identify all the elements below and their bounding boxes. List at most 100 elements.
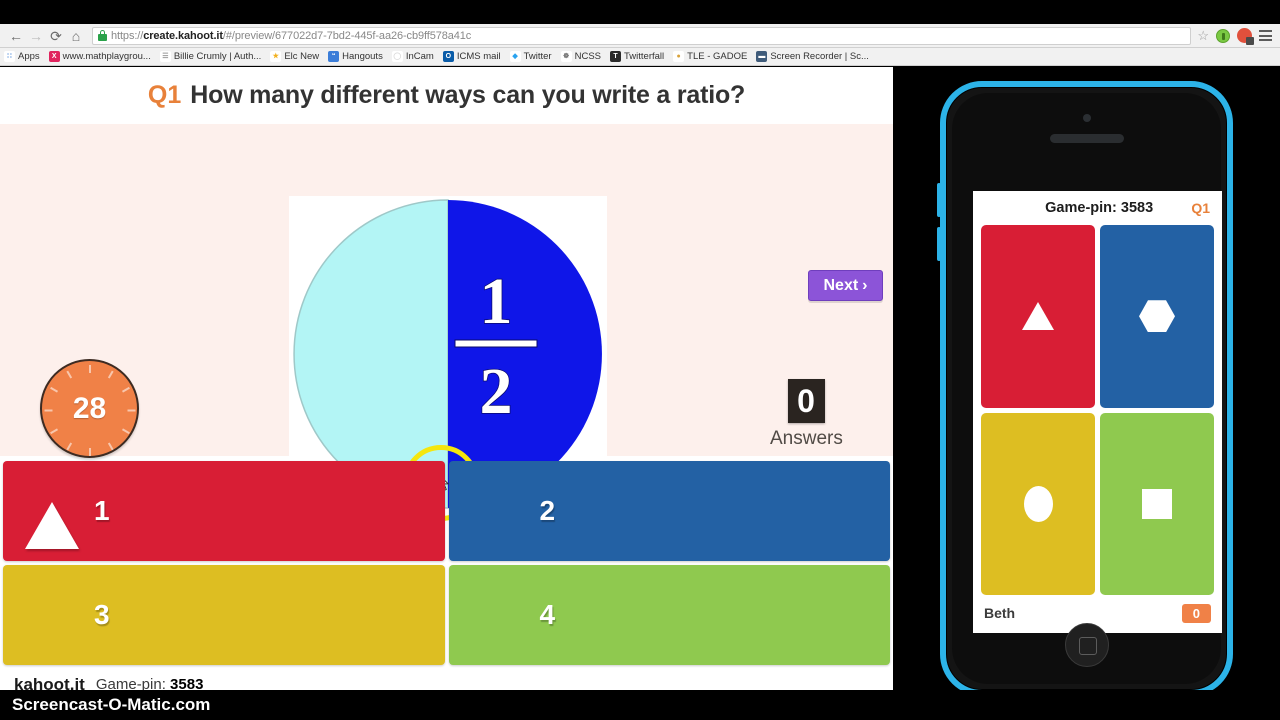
bookmark-favicon-icon: ◆ [509,51,521,62]
bookmark-item[interactable]: ☰ Billie Crumly | Auth... [159,51,262,62]
answer-option-3[interactable]: 3 [3,565,445,665]
bookmark-item[interactable]: ● TLE - GADOE [673,51,747,62]
kahoot-stage: Q1 How many different ways can you write… [0,67,893,697]
answer-option-4[interactable]: 4 [448,565,890,665]
screencast-watermark: Screencast-O-Matic.com [0,690,1280,720]
countdown-timer: 28 [40,359,139,458]
bookmark-label: TLE - GADOE [687,51,748,62]
phone-answer-grid [973,225,1222,595]
answer-option-label: 4 [539,599,556,630]
timer-tick-mark [88,448,91,456]
timer-tick-mark [121,386,130,393]
bookmark-label: NCSS [574,51,602,62]
answer-options: 1234 [0,457,893,672]
bookmark-favicon-icon: T [610,51,622,62]
answer-option-row: 12 [3,461,890,561]
extension-green-icon[interactable] [1216,28,1230,43]
phone-screen: Game-pin: 3583 Q1 Beth 0 [973,191,1222,633]
phone-mockup-area: Game-pin: 3583 Q1 Beth 0 [893,67,1280,697]
address-bar[interactable]: https://create.kahoot.it/#/preview/67702… [92,26,1192,45]
bookmark-favicon-icon: X [48,51,60,62]
screen-root: ← → ⟳ ⌂ https://create.kahoot.it/#/previ… [0,0,1280,720]
bookmark-star-icon[interactable]: ☆ [1197,29,1209,42]
bookmark-label: Screen Recorder | Sc... [770,51,869,62]
timer-tick-mark [44,409,52,412]
bookmark-item[interactable]: ▬ Screen Recorder | Sc... [756,51,869,62]
timer-tick-mark [127,409,135,412]
question-text: How many different ways can you write a … [190,81,746,109]
next-button[interactable]: Next › [808,270,883,301]
answer-option-2[interactable]: 2 [448,461,890,561]
phone-player-score: 0 [1181,603,1211,623]
bookmark-item[interactable]: Xwww.mathplaygrou... [48,51,151,62]
bookmark-label: Hangouts [342,51,383,62]
phone-answer-tile-circle[interactable] [981,412,1095,595]
volume-down-button[interactable] [937,227,941,261]
timer-tick-mark [88,365,91,373]
volume-up-button[interactable] [937,183,941,217]
timer-tick-mark [49,386,58,393]
bookmark-label: InCam [405,51,434,62]
phone-answer-tile-square[interactable] [1100,412,1214,595]
phone-home-button[interactable] [1064,623,1109,667]
answers-counter: 0 Answers [770,379,843,450]
bookmark-label: ICMS mail [456,51,501,62]
browser-menu-icon[interactable] [1259,30,1272,41]
bookmark-item[interactable]: ◆ Twitter [509,51,552,62]
bookmark-item[interactable]: ◯ InCam [391,51,434,62]
forward-icon[interactable]: → [26,26,46,46]
url-domain: create.kahoot.it [143,29,223,42]
bookmark-item[interactable]: ★ Elc New [270,51,319,62]
hexagon-icon [471,485,523,537]
answer-option-label: 1 [94,495,110,526]
answers-label: Answers [770,428,843,449]
bookmark-label: Elc New [284,51,320,62]
bookmark-label: Apps [18,51,40,62]
timer-tick-mark [65,442,72,451]
bookmark-favicon-icon: ∷ [4,51,15,62]
timer-seconds: 28 [72,391,107,425]
timer-tick-mark [65,370,72,379]
question-header: Q1 How many different ways can you write… [0,67,893,124]
phone-bezel: Game-pin: 3583 Q1 Beth 0 [952,93,1222,684]
answer-option-1[interactable]: 1 [3,461,445,561]
phone-answer-tile-hexagon[interactable] [1100,225,1214,408]
phone-player-name: Beth [984,605,1016,621]
question-body: 28 1 2 0 Answers Next › [0,124,893,521]
bookmark-favicon-icon: ● [673,51,685,62]
bookmark-label: www.mathplaygrou... [62,51,151,62]
answers-count: 0 [787,379,825,423]
timer-tick-mark [107,370,114,379]
svg-text:2: 2 [480,355,513,428]
bookmark-item[interactable]: T Twitterfall [610,51,664,62]
front-camera-icon [1082,114,1091,122]
bookmark-item[interactable]: ∷ Apps [4,51,40,62]
svg-text:1: 1 [480,265,513,338]
reload-icon[interactable]: ⟳ [46,26,66,46]
phone-device: Game-pin: 3583 Q1 Beth 0 [937,81,1233,696]
phone-answer-tile-triangle[interactable] [981,225,1095,408]
square-icon [1142,488,1172,519]
lock-icon [98,30,107,41]
square-icon [471,589,523,641]
bookmark-item[interactable]: “Hangouts [328,51,383,62]
bookmark-favicon-icon: ▬ [756,51,768,62]
browser-toolbar: ← → ⟳ ⌂ https://create.kahoot.it/#/previ… [0,24,1280,48]
bookmark-favicon-icon: ◯ [391,51,403,62]
bookmark-favicon-icon: ☰ [159,51,171,62]
bookmark-item[interactable]: O ICMS mail [442,51,501,62]
phone-header: Game-pin: 3583 Q1 [973,191,1222,225]
home-icon[interactable]: ⌂ [66,26,86,46]
timer-tick-mark [107,442,114,451]
bookmark-item[interactable]: ☸ NCSS [560,51,602,62]
timer-tick-mark [121,428,130,435]
back-icon[interactable]: ← [6,26,26,46]
bookmark-label: Billie Crumly | Auth... [173,51,262,62]
bookmark-label: Twitter [523,51,552,62]
profile-avatar-icon[interactable] [1237,28,1254,45]
circle-icon [25,589,77,641]
answer-option-label: 2 [539,495,556,526]
browser-tab-strip[interactable] [0,0,1280,24]
bookmarks-bar: ∷ Apps Xwww.mathplaygrou... ☰ Billie Crumly … [0,48,1280,66]
phone-question-number: Q1 [1191,200,1210,216]
